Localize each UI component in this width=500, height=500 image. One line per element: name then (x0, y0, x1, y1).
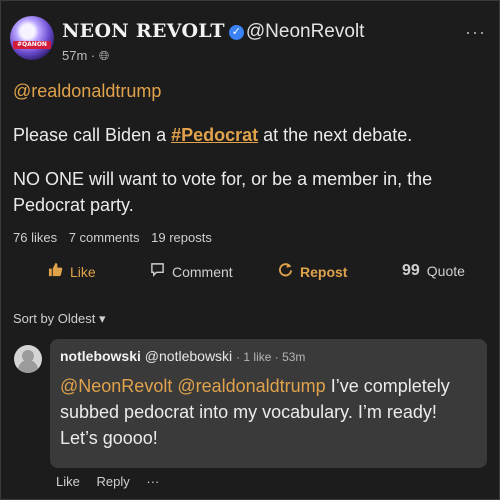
separator-dot: · (90, 48, 99, 63)
comment-text: @NeonRevolt @realdonaldtrump I’ve comple… (60, 373, 477, 451)
globe-icon: 🌐︎ (98, 48, 110, 63)
commenter-handle[interactable]: @notlebowski (145, 348, 232, 364)
like-button[interactable]: Like (48, 262, 96, 281)
post-mention[interactable]: @realdonaldtrump (13, 78, 487, 104)
comments-count[interactable]: 7 comments (69, 230, 140, 245)
repost-button[interactable]: Repost (278, 262, 347, 281)
repost-icon (278, 262, 293, 281)
post-header: #QANON NEON REVOLT ✓ @NeonRevolt 57m · 🌐︎ … (10, 12, 490, 64)
post-paragraph-2: NO ONE will want to vote for, or be a me… (13, 169, 433, 215)
comment-bubble: notlebowski @notlebowski · 1 like · 53m … (50, 339, 487, 468)
likes-count[interactable]: 76 likes (13, 230, 57, 245)
commenter-name[interactable]: notlebowski (60, 348, 141, 364)
author-handle[interactable]: @NeonRevolt (246, 21, 365, 42)
sort-dropdown[interactable]: Sort by Oldest ▾ (13, 311, 106, 327)
quote-label: Quote (426, 263, 465, 279)
post-meta: 57m · 🌐︎ (62, 48, 109, 64)
commenter-avatar[interactable] (14, 345, 42, 373)
chevron-down-icon: ▾ (99, 311, 106, 326)
comment-actions: Like Reply ··· (56, 474, 172, 489)
comment-button[interactable]: Comment (150, 262, 233, 281)
paragraph-1-prefix: Please call Biden a (13, 125, 172, 145)
verified-check-icon: ✓ (228, 25, 244, 40)
comment-mentions[interactable]: @NeonRevolt @realdonaldtrump (60, 376, 326, 396)
like-label: Like (70, 263, 96, 280)
quote-icon: 99 (402, 262, 420, 279)
paragraph-1-suffix: at the next debate. (258, 125, 413, 145)
sort-label: Sort by Oldest (13, 311, 96, 326)
post-paragraph-1: Please call Biden a #Pedocrat at the nex… (13, 122, 487, 148)
comment-header: notlebowski @notlebowski · 1 like · 53m (60, 348, 305, 364)
quote-button[interactable]: 99 Quote (402, 262, 465, 280)
hashtag-link[interactable]: #Pedocrat (171, 125, 258, 145)
post-actions: Like Comment Repost 99 Quote (0, 262, 500, 286)
more-options-icon[interactable]: ··· (465, 22, 486, 43)
thumbs-up-icon (48, 262, 63, 281)
post-body: @realdonaldtrump Please call Biden a #Pe… (13, 78, 487, 236)
comment-label: Comment (172, 263, 233, 280)
avatar-badge: #QANON (13, 41, 51, 49)
reposts-count[interactable]: 19 reposts (151, 230, 212, 245)
comment-meta: · 1 like · 53m (236, 350, 306, 364)
comment-bubble-icon (150, 262, 165, 281)
repost-label: Repost (300, 263, 348, 280)
comment-more-icon[interactable]: ··· (146, 474, 159, 489)
author-display-name[interactable]: NEON REVOLT (62, 20, 225, 42)
author-avatar[interactable]: #QANON (10, 16, 54, 60)
comment-reply-button[interactable]: Reply (96, 474, 129, 489)
comment-like-button[interactable]: Like (56, 474, 80, 489)
post-stats: 76 likes 7 comments 19 reposts (13, 230, 220, 245)
author-name-row: NEON REVOLT ✓ @NeonRevolt (62, 20, 364, 43)
post-time[interactable]: 57m (62, 48, 87, 63)
